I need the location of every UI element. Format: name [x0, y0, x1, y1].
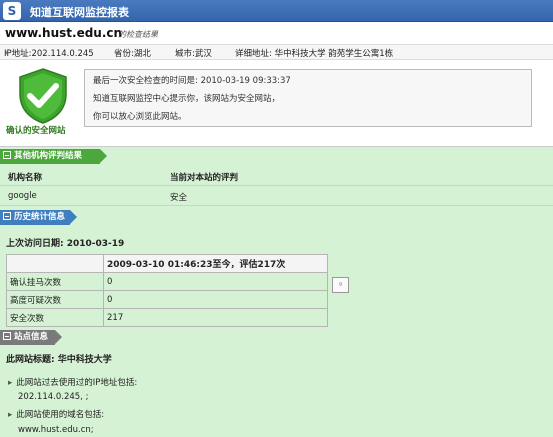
verdict-line3: 你可以放心浏览此网站。 [93, 112, 187, 122]
last-check-time: 最后一次安全检查的时间是: 2010-03-19 09:33:37 [93, 76, 291, 86]
site-header: www.hust.edu.cn 的检查结果 • IP地址:202.114.0.2… [0, 22, 553, 64]
org-result: 安全 [170, 193, 188, 203]
app-logo-icon: S [3, 2, 21, 20]
verdict-panel: 确认的安全网站 最后一次安全检查的时间是: 2010-03-19 09:33:3… [0, 64, 553, 147]
ip-history-value: 202.114.0.245, ; [18, 392, 89, 402]
section-history[interactable]: 历史统计信息 [0, 210, 77, 225]
stats-period-header: 2009-03-10 01:46:23至今，评估217次 [103, 254, 328, 273]
col-org-name: 机构名称 [8, 173, 43, 183]
alias-value: www.hust.edu.cn; [18, 425, 94, 435]
collapse-icon [3, 212, 11, 220]
table-row: 确认挂马次数 0 [6, 272, 328, 291]
section-other-orgs[interactable]: 其他机构评判结果 [0, 149, 107, 164]
site-domain: www.hust.edu.cn [5, 26, 123, 40]
title-bar: S 知道互联网监控报表 [0, 0, 553, 22]
window-title: 知道互联网监控报表 [30, 6, 129, 19]
stat-label: 安全次数 [6, 308, 104, 327]
table-row: google 安全 [0, 186, 553, 206]
stat-value: 0 [103, 272, 328, 291]
other-orgs-header-row: 机构名称 当前对本站的评判 [0, 166, 553, 186]
ip-history-intro: 此网站过去使用过的IP地址包括: [8, 376, 137, 388]
stat-value: 0 [103, 290, 328, 309]
col-judgement: 当前对本站的评判 [170, 173, 239, 183]
collapse-icon [3, 151, 11, 159]
ip-info: • IP地址:202.114.0.245 [4, 49, 94, 59]
org-name: google [8, 191, 37, 201]
stat-label: 确认挂马次数 [6, 272, 104, 291]
stat-value: 217 [103, 308, 328, 327]
stat-label: 高度可疑次数 [6, 290, 104, 309]
address-info: • 详细地址: 华中科技大学 韵苑学生公寓1栋 [235, 49, 394, 59]
history-stats-table: 2009-03-10 01:46:23至今，评估217次 确认挂马次数 0 高度… [6, 254, 328, 327]
calendar-icon[interactable]: ᵍ [332, 277, 349, 293]
alias-intro: 此网站使用的域名包括: [8, 408, 104, 420]
verdict-message: 最后一次安全检查的时间是: 2010-03-19 09:33:37 知道互联网监… [84, 69, 532, 127]
table-row: 高度可疑次数 0 [6, 290, 328, 309]
safe-site-label: 确认的安全网站 [6, 126, 66, 136]
info-bar: • IP地址:202.114.0.245 • 省份:湖北 • 城市:武汉 • 详… [0, 44, 553, 60]
check-result-caption: 的检查结果 [118, 30, 158, 39]
safe-shield-icon [19, 68, 67, 124]
verdict-line2: 知道互联网监控中心提示你，该网站为安全网站， [93, 94, 281, 104]
section-site-info[interactable]: 站点信息 [0, 330, 62, 345]
last-visit-date: 上次访问日期: 2010-03-19 [6, 239, 125, 249]
province-info: • 省份:湖北 [114, 49, 151, 59]
table-row: 安全次数 217 [6, 308, 328, 327]
collapse-icon [3, 332, 11, 340]
site-title: 此网站标题: 华中科技大学 [6, 355, 112, 365]
city-info: • 城市:武汉 [175, 49, 212, 59]
